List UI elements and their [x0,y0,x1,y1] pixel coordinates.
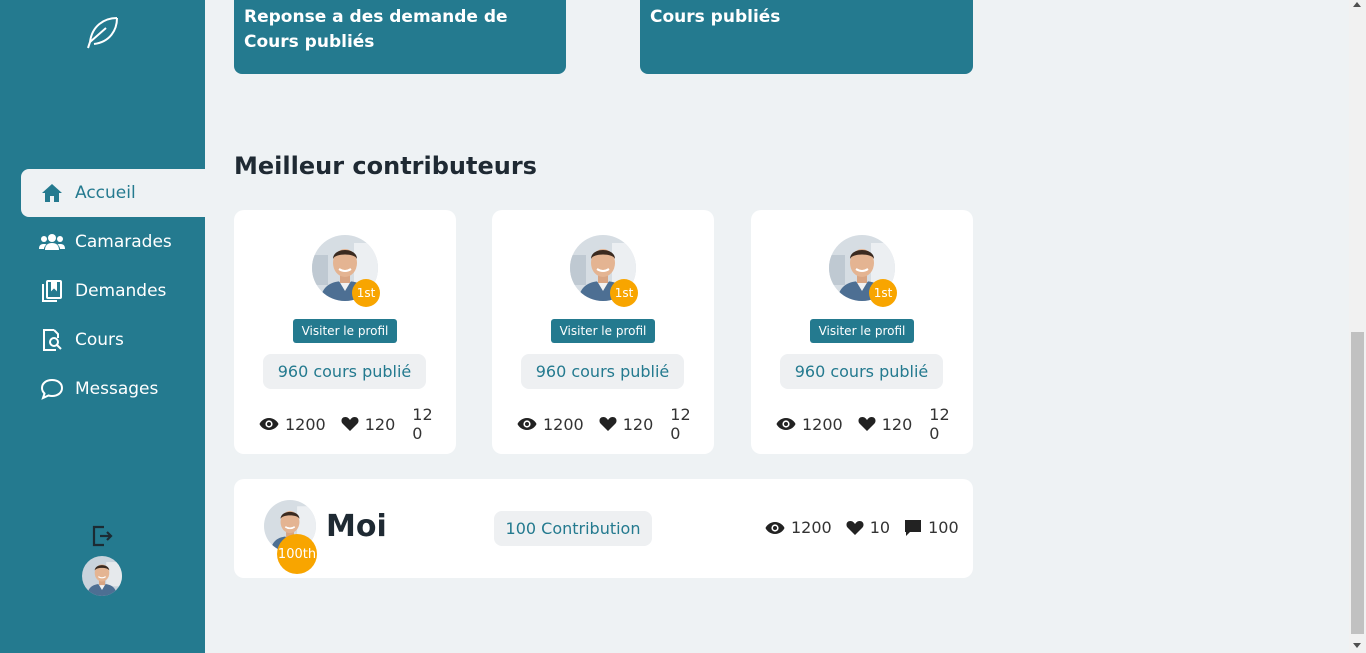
courses-published-pill: 960 cours publié [521,354,684,389]
sidebar-item-label: Accueil [75,183,136,203]
sidebar-item-label: Cours [75,330,124,350]
rank-badge: 1st [352,279,380,307]
visit-profile-button[interactable]: Visiter le profil [810,319,914,343]
comments-count: 12 0 [929,405,950,443]
heart-icon [858,417,876,431]
comment-icon [905,519,922,536]
contributor-avatar-wrap: 1st [312,235,380,307]
likes-count: 10 [869,518,891,537]
page-scrollbar[interactable] [1349,0,1366,653]
my-stats: 1200 10 100 [765,518,973,537]
contributor-stats: 1200 120 12 0 [517,405,714,443]
scroll-thumb[interactable] [1351,332,1364,634]
likes-stat: 10 [846,518,890,537]
scroll-down-icon[interactable] [1353,643,1361,648]
visit-profile-button[interactable]: Visiter le profil [293,319,397,343]
views-count: 1200 [285,414,326,434]
stat-card-title: Reponse a des demande de Cours publiés [244,7,508,52]
rank-badge: 1st [610,279,638,307]
likes-count: 120 [881,414,913,434]
heart-icon [341,417,359,431]
section-title: Meilleur contributeurs [234,152,537,180]
views-count: 1200 [802,414,843,434]
contributor-stats: 1200 120 12 0 [776,405,973,443]
sidebar-item-label: Messages [75,379,159,399]
sidebar-item-camarades[interactable]: Camarades [21,218,205,266]
sidebar-nav: Accueil Camarades Demandes Cours Message… [21,169,205,414]
heart-icon [599,417,617,431]
feather-logo-icon[interactable] [84,14,122,52]
stat-card-course-responses: Reponse a des demande de Cours publiés [234,0,566,74]
scroll-up-icon[interactable] [1353,2,1361,7]
comments-count: 12 0 [412,405,433,443]
my-name: Moi [326,509,387,544]
comments-stat: 100 [904,518,959,537]
views-stat: 1200 [517,415,584,434]
contributor-card: 1st Visiter le profil 960 cours publié 1… [492,210,714,454]
bookmarks-icon [39,278,65,304]
my-rank-badge: 100th [277,534,317,574]
comments-count: 12 0 [670,405,691,443]
courses-published-pill: 960 cours publié [780,354,943,389]
my-contributions-pill: 100 Contribution [494,511,652,546]
likes-stat: 120 [858,414,913,434]
eye-icon [259,418,279,430]
likes-stat: 120 [599,414,654,434]
chat-bubble-icon [39,376,65,402]
comments-stat: 12 0 [927,405,958,443]
contributor-avatar-wrap: 1st [829,235,897,307]
search-document-icon [39,327,65,353]
sidebar-item-messages[interactable]: Messages [21,365,205,413]
visit-profile-button[interactable]: Visiter le profil [551,319,655,343]
comments-count: 100 [928,518,959,537]
eye-icon [776,418,796,430]
home-icon [39,180,65,206]
sidebar-item-demandes[interactable]: Demandes [21,267,205,315]
views-count: 1200 [543,414,584,434]
user-avatar[interactable] [82,556,122,596]
sidebar-item-accueil[interactable]: Accueil [21,169,205,217]
likes-count: 120 [364,414,396,434]
eye-icon [517,418,537,430]
my-contribution-card: 100th Moi 100 Contribution 1200 10 100 [234,479,973,578]
comments-stat: 12 0 [410,405,441,443]
contributor-card: 1st Visiter le profil 960 cours publié 1… [751,210,973,454]
courses-published-pill: 960 cours publié [263,354,426,389]
comments-stat: 12 0 [668,405,699,443]
stat-card-title: Cours publiés [650,7,781,27]
stat-card-published-courses: Cours publiés [640,0,973,74]
users-icon [39,229,65,255]
likes-stat: 120 [341,414,396,434]
sidebar: Accueil Camarades Demandes Cours Message… [0,0,205,653]
views-stat: 1200 [259,415,326,434]
contributor-card: 1st Visiter le profil 960 cours publié 1… [234,210,456,454]
views-stat: 1200 [776,415,843,434]
rank-badge: 1st [869,279,897,307]
my-avatar-wrap: 100th [264,500,317,574]
views-count: 1200 [791,518,832,537]
contributor-stats: 1200 120 12 0 [259,405,456,443]
sidebar-item-label: Demandes [75,281,167,301]
sidebar-item-label: Camarades [75,232,172,252]
eye-icon [765,521,785,534]
likes-count: 120 [622,414,654,434]
sidebar-item-cours[interactable]: Cours [21,316,205,364]
heart-icon [846,520,864,535]
views-stat: 1200 [765,518,832,537]
logout-icon[interactable] [90,524,114,548]
contributor-avatar-wrap: 1st [570,235,638,307]
